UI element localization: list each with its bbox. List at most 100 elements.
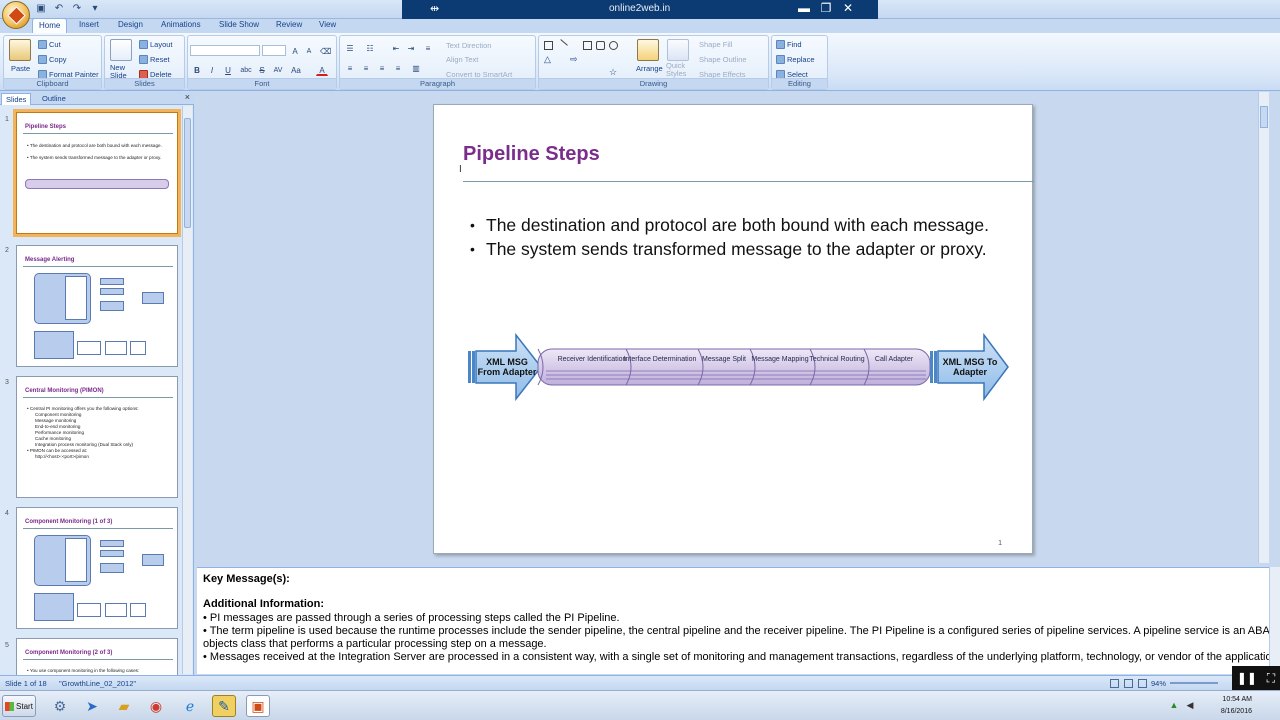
slide-thumbnail-3[interactable]: Central Monitoring (PIMON) • Central PI … (16, 376, 178, 498)
tab-slides[interactable]: Slides (1, 93, 32, 105)
layout-button[interactable]: Layout (139, 40, 173, 49)
rectangle-shape-icon[interactable] (583, 41, 592, 50)
arrange-button[interactable]: Arrange (636, 64, 663, 73)
minimize-button[interactable]: ▬ (794, 1, 814, 17)
close-button[interactable]: ✕ (838, 1, 858, 17)
notes-pane[interactable]: Key Message(s): Additional Information: … (197, 567, 1269, 674)
quick-styles-icon[interactable] (667, 39, 689, 61)
slide-body[interactable]: The destination and protocol are both bo… (470, 213, 1010, 261)
tab-slide-show[interactable]: Slide Show (219, 20, 259, 29)
tab-insert[interactable]: Insert (79, 20, 99, 29)
slideshow-view-icon[interactable] (1138, 679, 1147, 688)
align-right-icon[interactable]: ≡ (376, 62, 388, 74)
slide-title[interactable]: Pipeline Steps (463, 143, 600, 166)
copy-button[interactable]: Copy (38, 55, 67, 64)
numbering-icon[interactable]: ☷ (364, 42, 376, 54)
zoom-slider[interactable] (1170, 682, 1218, 684)
font-name-dropdown[interactable] (190, 45, 260, 56)
triangle-shape-icon[interactable]: △ (544, 55, 553, 64)
star-shape-icon[interactable]: ☆ (609, 68, 618, 77)
slide-thumbnail-4[interactable]: Component Monitoring (1 of 3) (16, 507, 178, 629)
find-button[interactable]: Find (776, 40, 802, 49)
oval-shape-icon[interactable] (609, 41, 618, 50)
sticky-notes-icon[interactable]: ✎ (212, 695, 236, 717)
tab-view[interactable]: View (319, 20, 336, 29)
start-button[interactable]: Start (2, 695, 36, 717)
zoom-level[interactable]: 94% (1151, 679, 1166, 688)
shape-outline-button[interactable]: Shape Outline (699, 55, 747, 64)
new-slide-icon[interactable] (110, 39, 132, 61)
reset-button[interactable]: Reset (139, 55, 170, 64)
tray-speaker-icon[interactable]: ◀ (1184, 698, 1196, 712)
align-center-icon[interactable]: ≡ (360, 62, 372, 74)
arrange-icon[interactable] (637, 39, 659, 61)
normal-view-icon[interactable] (1110, 679, 1119, 688)
close-pane-icon[interactable]: × (185, 92, 190, 102)
tray-network-icon[interactable]: ▲ (1168, 698, 1180, 712)
rounded-rect-shape-icon[interactable] (596, 41, 605, 50)
quick-styles-button[interactable]: Quick Styles (666, 62, 692, 78)
tab-home[interactable]: Home (32, 18, 68, 34)
tab-review[interactable]: Review (276, 20, 302, 29)
increase-indent-icon[interactable]: ⇥ (405, 42, 417, 54)
slide-canvas[interactable]: Pipeline Steps The destination and proto… (433, 104, 1034, 554)
grow-font-icon[interactable]: A (289, 45, 301, 57)
arrow-right-shape-icon[interactable]: ⇨ (570, 55, 579, 64)
powerpoint-taskbar-icon[interactable]: ▣ (246, 695, 270, 717)
replace-button[interactable]: Replace (776, 55, 815, 64)
save-icon[interactable]: ▣ (34, 2, 48, 15)
tab-outline[interactable]: Outline (38, 93, 70, 104)
slide-thumbnail-1[interactable]: Pipeline Steps • The destination and pro… (13, 109, 181, 237)
shape-fill-button[interactable]: Shape Fill (699, 40, 732, 49)
chrome-icon[interactable]: ◉ (144, 695, 168, 717)
bullets-icon[interactable]: ☰ (344, 42, 356, 54)
text-direction-button[interactable]: Text Direction (446, 41, 491, 50)
pipeline-diagram[interactable]: Receiver Identification Interface Determ… (466, 333, 1010, 403)
folder-icon[interactable]: ▰ (112, 695, 136, 717)
office-button[interactable] (2, 1, 30, 29)
font-color-button[interactable]: A (316, 64, 328, 76)
bold-button[interactable]: B (191, 64, 203, 76)
clear-format-icon[interactable]: ⌫ (319, 45, 331, 57)
qat-dropdown-icon[interactable]: ▾ (88, 2, 102, 15)
shrink-font-icon[interactable]: A (303, 45, 315, 57)
internet-explorer-icon[interactable]: ℯ (178, 695, 202, 717)
justify-icon[interactable]: ≡ (392, 62, 404, 74)
slide-sorter-icon[interactable] (1124, 679, 1133, 688)
tab-design[interactable]: Design (118, 20, 143, 29)
slides-pane-scrollbar[interactable] (182, 106, 192, 674)
columns-icon[interactable]: ▥ (410, 62, 422, 74)
shadow-button[interactable]: abc (238, 64, 254, 76)
slide-thumbnail-5[interactable]: Component Monitoring (2 of 3) • You use … (16, 638, 178, 675)
textbox-shape-icon[interactable] (544, 41, 553, 50)
scrollbar-thumb[interactable] (1260, 106, 1268, 128)
undo-icon[interactable]: ↶ (52, 2, 66, 15)
powershell-icon[interactable]: ➤ (80, 695, 104, 717)
slide-thumbnail-2[interactable]: Message Alerting (16, 245, 178, 367)
tab-animations[interactable]: Animations (161, 20, 201, 29)
redo-icon[interactable]: ↷ (70, 2, 84, 15)
font-size-dropdown[interactable] (262, 45, 286, 56)
notes-scrollbar[interactable] (1269, 567, 1280, 674)
scrollbar-thumb[interactable] (184, 118, 191, 228)
line-spacing-icon[interactable]: ≡ (422, 42, 434, 54)
italic-button[interactable]: I (206, 64, 218, 76)
line-shape-icon[interactable] (555, 39, 568, 52)
slide-scrollbar[interactable] (1258, 92, 1269, 563)
char-spacing-button[interactable]: AV (271, 64, 285, 76)
decrease-indent-icon[interactable]: ⇤ (390, 42, 402, 54)
strikethrough-button[interactable]: S (256, 64, 268, 76)
cut-button[interactable]: Cut (38, 40, 61, 49)
clock[interactable]: 10:54 AM 8/16/2016 (1221, 694, 1252, 718)
align-text-button[interactable]: Align Text (446, 55, 478, 64)
video-overlay-controls[interactable]: ❚❚ ⛶ (1232, 666, 1280, 690)
network-app-icon[interactable]: ⚙ (48, 695, 72, 717)
paste-icon[interactable] (9, 39, 31, 61)
align-left-icon[interactable]: ≡ (344, 62, 356, 74)
paste-button[interactable]: Paste (11, 64, 30, 73)
fullscreen-icon[interactable]: ⛶ (1267, 671, 1275, 686)
pin-icon[interactable]: ⇹ (430, 2, 439, 15)
pause-icon[interactable]: ❚❚ (1237, 671, 1257, 685)
change-case-button[interactable]: Aa (289, 64, 303, 76)
underline-button[interactable]: U (222, 64, 234, 76)
